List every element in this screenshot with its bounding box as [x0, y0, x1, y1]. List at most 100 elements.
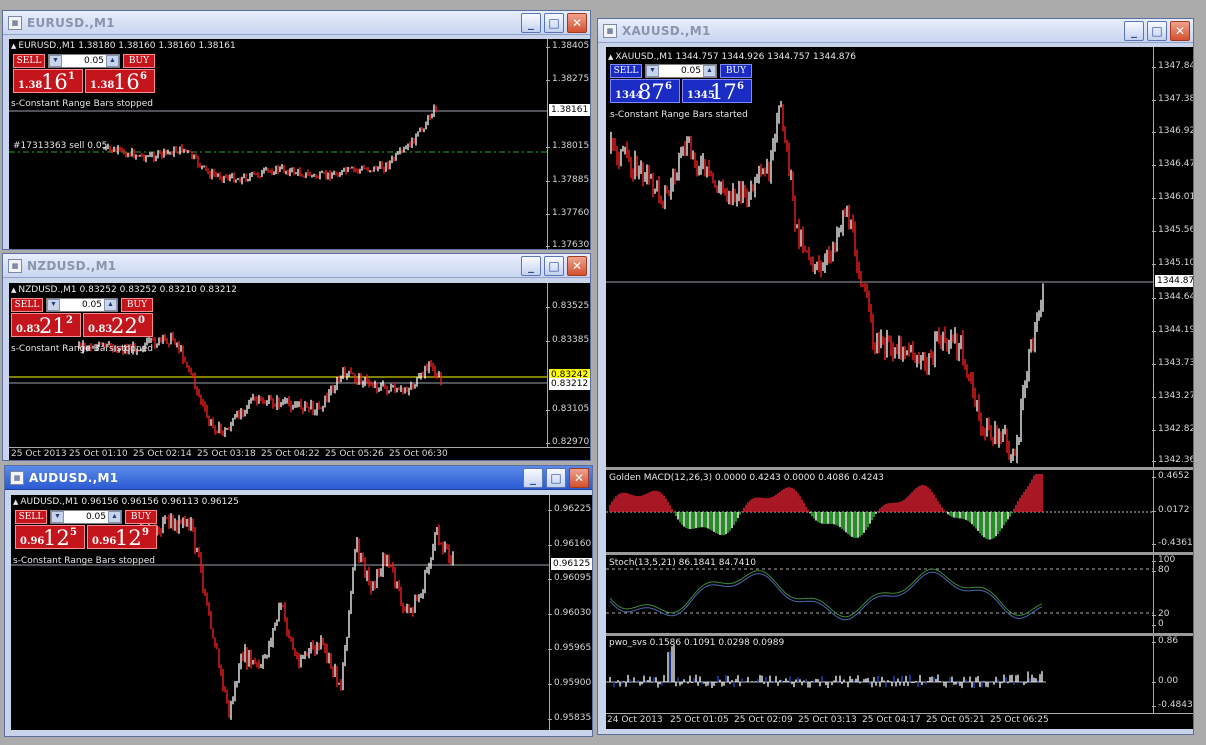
nzdusd-chart-area[interactable]: ▲ NZDUSD.,M1 0.83252 0.83252 0.83210 0.83…: [9, 283, 547, 447]
lot-size-field[interactable]: ▼ 0.05 ▲: [48, 54, 120, 68]
buy-button[interactable]: BUY: [125, 510, 157, 524]
buy-price[interactable]: 0.96 12 9: [87, 525, 157, 549]
minimize-button[interactable]: _: [523, 468, 543, 488]
buy-price[interactable]: 1.38 16 6: [85, 69, 155, 93]
lot-up-icon[interactable]: ▲: [703, 65, 716, 77]
stoch-tick: 0: [1152, 619, 1164, 629]
sell-button[interactable]: SELL: [15, 510, 47, 524]
time-label: 25 Oct 02:09: [734, 715, 793, 725]
price-tick: 1346.92: [1151, 126, 1194, 136]
maximize-button[interactable]: □: [544, 13, 564, 33]
lot-size-value: 0.05: [680, 66, 701, 76]
xauusd-time-axis: 24 Oct 2013 25 Oct 01:05 25 Oct 02:09 25…: [606, 713, 1193, 729]
maximize-button[interactable]: □: [546, 468, 566, 488]
close-button[interactable]: ✕: [567, 13, 587, 33]
lot-up-icon[interactable]: ▲: [104, 299, 117, 311]
window-audusd[interactable]: ▦ AUDUSD.,M1 _ □ ✕ ▲ AUDUSD.,M1 0.96156 0…: [4, 465, 593, 737]
buy-button[interactable]: BUY: [123, 54, 155, 68]
time-label: 25 Oct 03:13: [798, 715, 857, 725]
lot-down-icon[interactable]: ▼: [47, 299, 60, 311]
lot-up-icon[interactable]: ▲: [106, 55, 119, 67]
window-eurusd[interactable]: ▦ EURUSD.,M1 _ □ ✕ ▲ EURUSD.,M1 1.38180 1…: [2, 10, 591, 250]
minimize-button[interactable]: _: [1124, 21, 1144, 41]
sell-price[interactable]: 1.38 16 1: [13, 69, 83, 93]
minimize-button[interactable]: _: [521, 13, 541, 33]
xauusd-status-note: s-Constant Range Bars started: [610, 110, 748, 120]
lot-up-icon[interactable]: ▲: [108, 511, 121, 523]
nzdusd-price-axis: 0.83525 0.83385 0.83242 0.83212 0.83105 …: [545, 283, 590, 447]
time-label: 25 Oct 06:30: [389, 449, 448, 459]
sell-price-prefix: 1.38: [18, 80, 43, 91]
audusd-chart-area[interactable]: ▲ AUDUSD.,M1 0.96156 0.96156 0.96113 0.96…: [11, 495, 549, 730]
close-button[interactable]: ✕: [569, 468, 589, 488]
buy-button[interactable]: BUY: [720, 64, 752, 78]
lot-size-value: 0.05: [81, 300, 102, 310]
lot-size-field[interactable]: ▼ 0.05 ▲: [46, 298, 118, 312]
lot-size-field[interactable]: ▼ 0.05 ▲: [645, 64, 717, 78]
time-label: 25 Oct 05:26: [325, 449, 384, 459]
nzdusd-time-axis: 25 Oct 2013 25 Oct 01:10 25 Oct 02:14 25…: [9, 447, 590, 460]
pwo-tick: -0.4843: [1152, 700, 1193, 710]
price-tick: 1.38405: [545, 41, 590, 51]
window-nzdusd[interactable]: ▦ NZDUSD.,M1 _ □ ✕ ▲ NZDUSD.,M1 0.83252 0…: [2, 253, 591, 461]
chart-window-icon: ▦: [8, 259, 22, 273]
window-audusd-titlebar[interactable]: ▦ AUDUSD.,M1 _ □ ✕: [5, 466, 592, 490]
sell-price[interactable]: 0.83 21 2: [11, 313, 81, 337]
price-tick: 1346.01: [1151, 192, 1194, 202]
sell-price-pip: 6: [665, 81, 672, 92]
sell-price-big: 16: [41, 70, 68, 94]
buy-button[interactable]: BUY: [121, 298, 153, 312]
price-tick: 1345.10: [1151, 258, 1194, 268]
maximize-button[interactable]: □: [1147, 21, 1167, 41]
stoch-pane[interactable]: Stoch(13,5,21) 86.1841 84.7410: [606, 555, 1153, 633]
macd-pane[interactable]: Golden MACD(12,26,3) 0.0000 0.4243 0.000…: [606, 470, 1153, 552]
price-tick: 0.95835: [547, 713, 592, 723]
buy-price[interactable]: 0.83 22 0: [83, 313, 153, 337]
price-tick: 0.96160: [547, 539, 592, 549]
price-tick: 0.96095: [547, 573, 592, 583]
price-tick: 1347.84: [1151, 61, 1194, 71]
collapse-triangle-icon: ▲: [13, 498, 19, 506]
window-xauusd[interactable]: ▦ XAUUSD.,M1 _ □ ✕ ▲ XAUUSD.,M1 1344.757 …: [597, 18, 1194, 735]
pwo-tick: 0.86: [1151, 636, 1179, 646]
sell-button[interactable]: SELL: [610, 64, 642, 78]
sell-price[interactable]: 0.96 12 5: [15, 525, 85, 549]
lot-down-icon[interactable]: ▼: [51, 511, 64, 523]
price-tick: 0.95900: [547, 678, 592, 688]
price-tick: 1343.27: [1151, 391, 1194, 401]
window-xauusd-titlebar[interactable]: ▦ XAUUSD.,M1 _ □ ✕: [598, 19, 1193, 43]
buy-price-big: 17: [710, 80, 737, 104]
pwo-pane[interactable]: pwo_svs 0.1586 0.1091 0.0298 0.0989: [606, 636, 1153, 713]
collapse-triangle-icon: ▲: [11, 286, 17, 294]
audusd-price-axis: 0.96225 0.96160 0.96125 0.96095 0.96030 …: [547, 495, 592, 730]
lot-down-icon[interactable]: ▼: [646, 65, 659, 77]
lot-down-icon[interactable]: ▼: [49, 55, 62, 67]
buy-price-pip: 6: [737, 81, 744, 92]
window-eurusd-title: EURUSD.,M1: [27, 16, 115, 30]
minimize-button[interactable]: _: [521, 256, 541, 276]
xauusd-chart-area[interactable]: ▲ XAUUSD.,M1 1344.757 1344.926 1344.757 1…: [606, 47, 1153, 467]
chart-window-icon: ▦: [10, 471, 24, 485]
time-label: 25 Oct 06:25: [990, 715, 1049, 725]
lot-size-field[interactable]: ▼ 0.05 ▲: [50, 510, 122, 524]
buy-price-big: 12: [115, 526, 142, 550]
sell-button[interactable]: SELL: [11, 298, 43, 312]
window-nzdusd-titlebar[interactable]: ▦ NZDUSD.,M1 _ □ ✕: [3, 254, 590, 278]
collapse-triangle-icon: ▲: [11, 42, 17, 50]
current-price-label: 1344.87: [1155, 275, 1194, 287]
sell-price[interactable]: 1344 87 6: [610, 79, 680, 103]
eurusd-chart-area[interactable]: ▲ EURUSD.,M1 1.38180 1.38160 1.38160 1.38…: [9, 39, 547, 249]
buy-price[interactable]: 1345 17 6: [682, 79, 752, 103]
price-tick: 1.37885: [545, 175, 590, 185]
maximize-button[interactable]: □: [544, 256, 564, 276]
close-button[interactable]: ✕: [1170, 21, 1190, 41]
sell-price-pip: 2: [66, 315, 73, 326]
macd-label: Golden MACD(12,26,3) 0.0000 0.4243 0.000…: [609, 473, 884, 483]
close-button[interactable]: ✕: [567, 256, 587, 276]
sell-button[interactable]: SELL: [13, 54, 45, 68]
sell-price-pip: 1: [68, 71, 75, 82]
price-tick: 1.37630: [545, 240, 590, 250]
current-price-label: 1.38161: [549, 104, 590, 116]
window-eurusd-titlebar[interactable]: ▦ EURUSD.,M1 _ □ ✕: [3, 11, 590, 35]
sell-price-pip: 5: [70, 527, 77, 538]
